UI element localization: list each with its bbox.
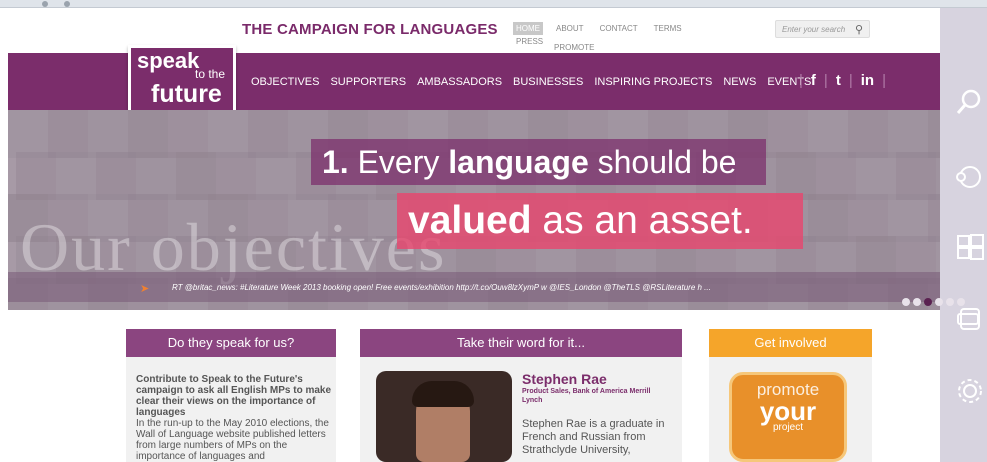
hero-mosaic-tile [808,194,848,242]
card-testimonial-header: Take their word for it... [360,329,682,357]
card-do-they-speak-lead: Contribute to Speak to the Future's camp… [136,374,332,418]
share-charm-icon[interactable] [955,162,987,192]
hero-mosaic-tile [48,110,88,158]
hero-mosaic-tile [216,152,256,200]
hero-number: 1. [322,144,349,180]
card-do-they-speak-body: In the run-up to the May 2010 elections,… [136,418,329,462]
logo-to-the: to the [195,67,226,81]
main-nav: OBJECTIVES SUPPORTERS AMBASSADORS BUSINESSE… [251,76,822,88]
nav-inspiring-projects[interactable]: INSPIRING PROJECTS [594,76,712,88]
hero-mosaic-tile [848,110,888,158]
ambassador-name[interactable]: Stephen Rae [522,371,607,387]
browser-toolbar [0,0,987,8]
hero-mosaic-tile [128,110,168,158]
search-charm-icon[interactable] [955,88,987,116]
hero-mosaic-tile [168,110,208,158]
ambassador-role: Product Sales, Bank of America Merrill L… [522,388,651,404]
logo-future: future [151,80,222,108]
promote-project-button[interactable]: promote your project [729,372,847,462]
nav-supporters[interactable]: SUPPORTERS [330,76,406,88]
util-contact-link[interactable]: CONTACT [597,22,641,35]
slider-dot[interactable] [902,298,910,306]
hero-mosaic-tile [928,110,940,158]
hero-mosaic-tile [256,152,296,200]
hero-mosaic-tile [768,110,808,158]
nav-objectives[interactable]: OBJECTIVES [251,76,319,88]
hero-line2-post: as an asset. [542,199,753,242]
hero-mosaic-tile [936,152,940,200]
hero-mosaic-tile [816,152,856,200]
latest-tweet[interactable]: RT @britac_news: #Literature Week 2013 b… [172,283,711,292]
util-press-link[interactable]: PRESS [513,35,546,48]
hero-mosaic-tile [888,194,928,242]
slider-dot[interactable] [935,298,943,306]
nav-ambassadors[interactable]: AMBASSADORS [417,76,502,88]
hero-line2-bold: valued [408,199,532,242]
utility-links: HOME ABOUT CONTACT TERMSPRESS PROMOTE [513,22,733,52]
util-terms-link[interactable]: TERMS [651,22,685,35]
hero-mosaic-tile [176,152,216,200]
slider-dot[interactable] [924,298,932,306]
promo-line2: your [759,396,817,426]
hero-mosaic-tile [88,110,128,158]
hero-line1-bold: language [448,144,589,180]
twitter-bird-icon: ➤ [140,283,150,295]
util-about-link[interactable]: ABOUT [553,22,587,35]
hero-headline-line2: valued as an asset. [397,193,803,249]
promo-line1: promote [756,380,820,399]
forward-icon[interactable] [64,1,70,7]
hero-line1-pre: Every [357,144,440,180]
hero-mosaic-tile [856,152,896,200]
hero-mosaic-tile [208,110,248,158]
logo-speak: speak [137,48,200,73]
hero-mosaic-tile [888,110,928,158]
slider-dot[interactable] [957,298,965,306]
slider-dots [902,293,968,311]
search-placeholder: Enter your search [782,25,846,34]
facebook-icon[interactable]: f [811,72,816,89]
start-charm-icon[interactable] [955,232,987,262]
util-home-link[interactable]: HOME [513,22,543,35]
hero-mosaic-tile [56,152,96,200]
hero-mosaic-tile [928,194,940,242]
magnifier-icon[interactable]: ⚲ [855,23,863,36]
hero-mosaic-tile [96,152,136,200]
hero-mosaic-tile [248,110,288,158]
slider-dot[interactable] [946,298,954,306]
social-links: | f | t | in | [799,72,886,89]
linkedin-icon[interactable]: in [861,72,874,89]
search-input[interactable]: Enter your search ⚲ [775,20,870,38]
twitter-icon[interactable]: t [836,72,841,89]
hero-mosaic-tile [808,110,848,158]
slider-dot[interactable] [913,298,921,306]
hero-mosaic-tile [848,194,888,242]
promo-line3: project [772,422,803,433]
nav-news[interactable]: NEWS [723,76,756,88]
card-get-involved-header: Get involved [709,329,872,357]
hero-mosaic-tile [896,152,936,200]
hero-mosaic-tile [136,152,176,200]
hero-mosaic-tile [8,110,48,158]
card-do-they-speak-header: Do they speak for us? [126,329,336,357]
back-icon[interactable] [42,1,48,7]
card-do-they-speak-text: Contribute to Speak to the Future's camp… [136,374,336,462]
hero-line1-post: should be [597,144,737,180]
ambassador-bio: Stephen Rae is a graduate in French and … [522,418,665,456]
site-brand[interactable]: THE CAMPAIGN FOR LANGUAGES [242,21,498,38]
nav-businesses[interactable]: BUSINESSES [513,76,583,88]
settings-charm-icon[interactable] [955,376,987,406]
hero-headline-line1: 1. Every language should be [311,139,766,185]
ambassador-photo [376,371,512,462]
hero-mosaic-tile [16,152,56,200]
